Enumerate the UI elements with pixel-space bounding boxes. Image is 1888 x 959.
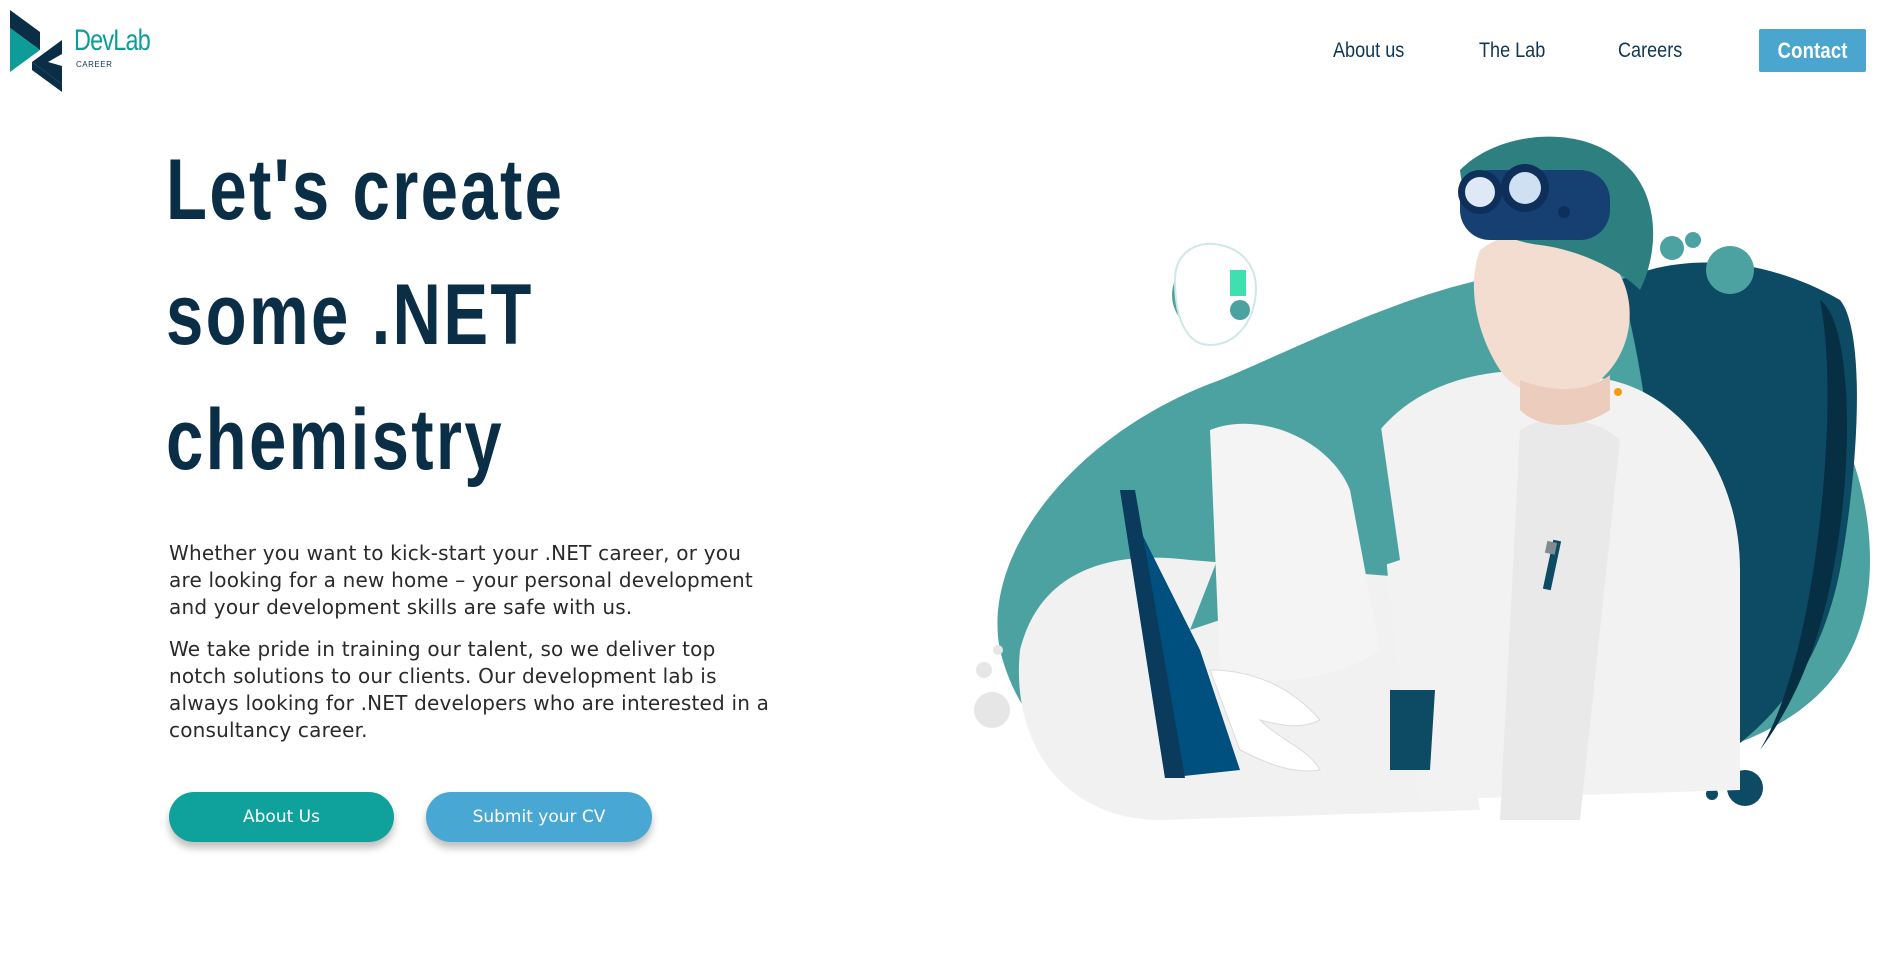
hero-title: Let's create some .NET chemistry — [166, 128, 603, 503]
page: DevLab CAREER About us The Lab Careers C… — [0, 0, 1888, 959]
nav-item-careers[interactable]: Careers — [1618, 33, 1682, 69]
about-us-button[interactable]: About Us — [169, 792, 394, 842]
hero-title-line-1: Let's create — [166, 142, 565, 238]
hero-paragraph-2: We take pride in training our talent, so… — [169, 637, 770, 742]
hero-paragraph-1: Whether you want to kick-start your .NET… — [169, 541, 753, 619]
submit-cv-button[interactable]: Submit your CV — [426, 792, 652, 842]
nav-item-about-us[interactable]: About us — [1333, 33, 1404, 69]
logo-mark-icon — [10, 10, 62, 92]
scientist-with-binoculars-icon — [974, 136, 1870, 820]
hero-title-line-2: some .NET — [166, 267, 534, 363]
logo-word-dev: Dev — [74, 24, 114, 57]
contact-button-label: Contact — [1777, 38, 1848, 63]
scientist-illustration — [960, 130, 1880, 830]
hero-description: Whether you want to kick-start your .NET… — [169, 540, 779, 759]
hero-title-line-3: chemistry — [166, 392, 504, 488]
contact-button[interactable]: Contact — [1759, 29, 1866, 72]
devlab-logo[interactable]: DevLab CAREER — [10, 10, 160, 92]
logo-wordmark: DevLab — [74, 24, 151, 58]
nav-item-the-lab[interactable]: The Lab — [1479, 33, 1545, 69]
logo-word-lab: Lab — [113, 24, 150, 57]
logo-subtitle: CAREER — [76, 60, 113, 69]
